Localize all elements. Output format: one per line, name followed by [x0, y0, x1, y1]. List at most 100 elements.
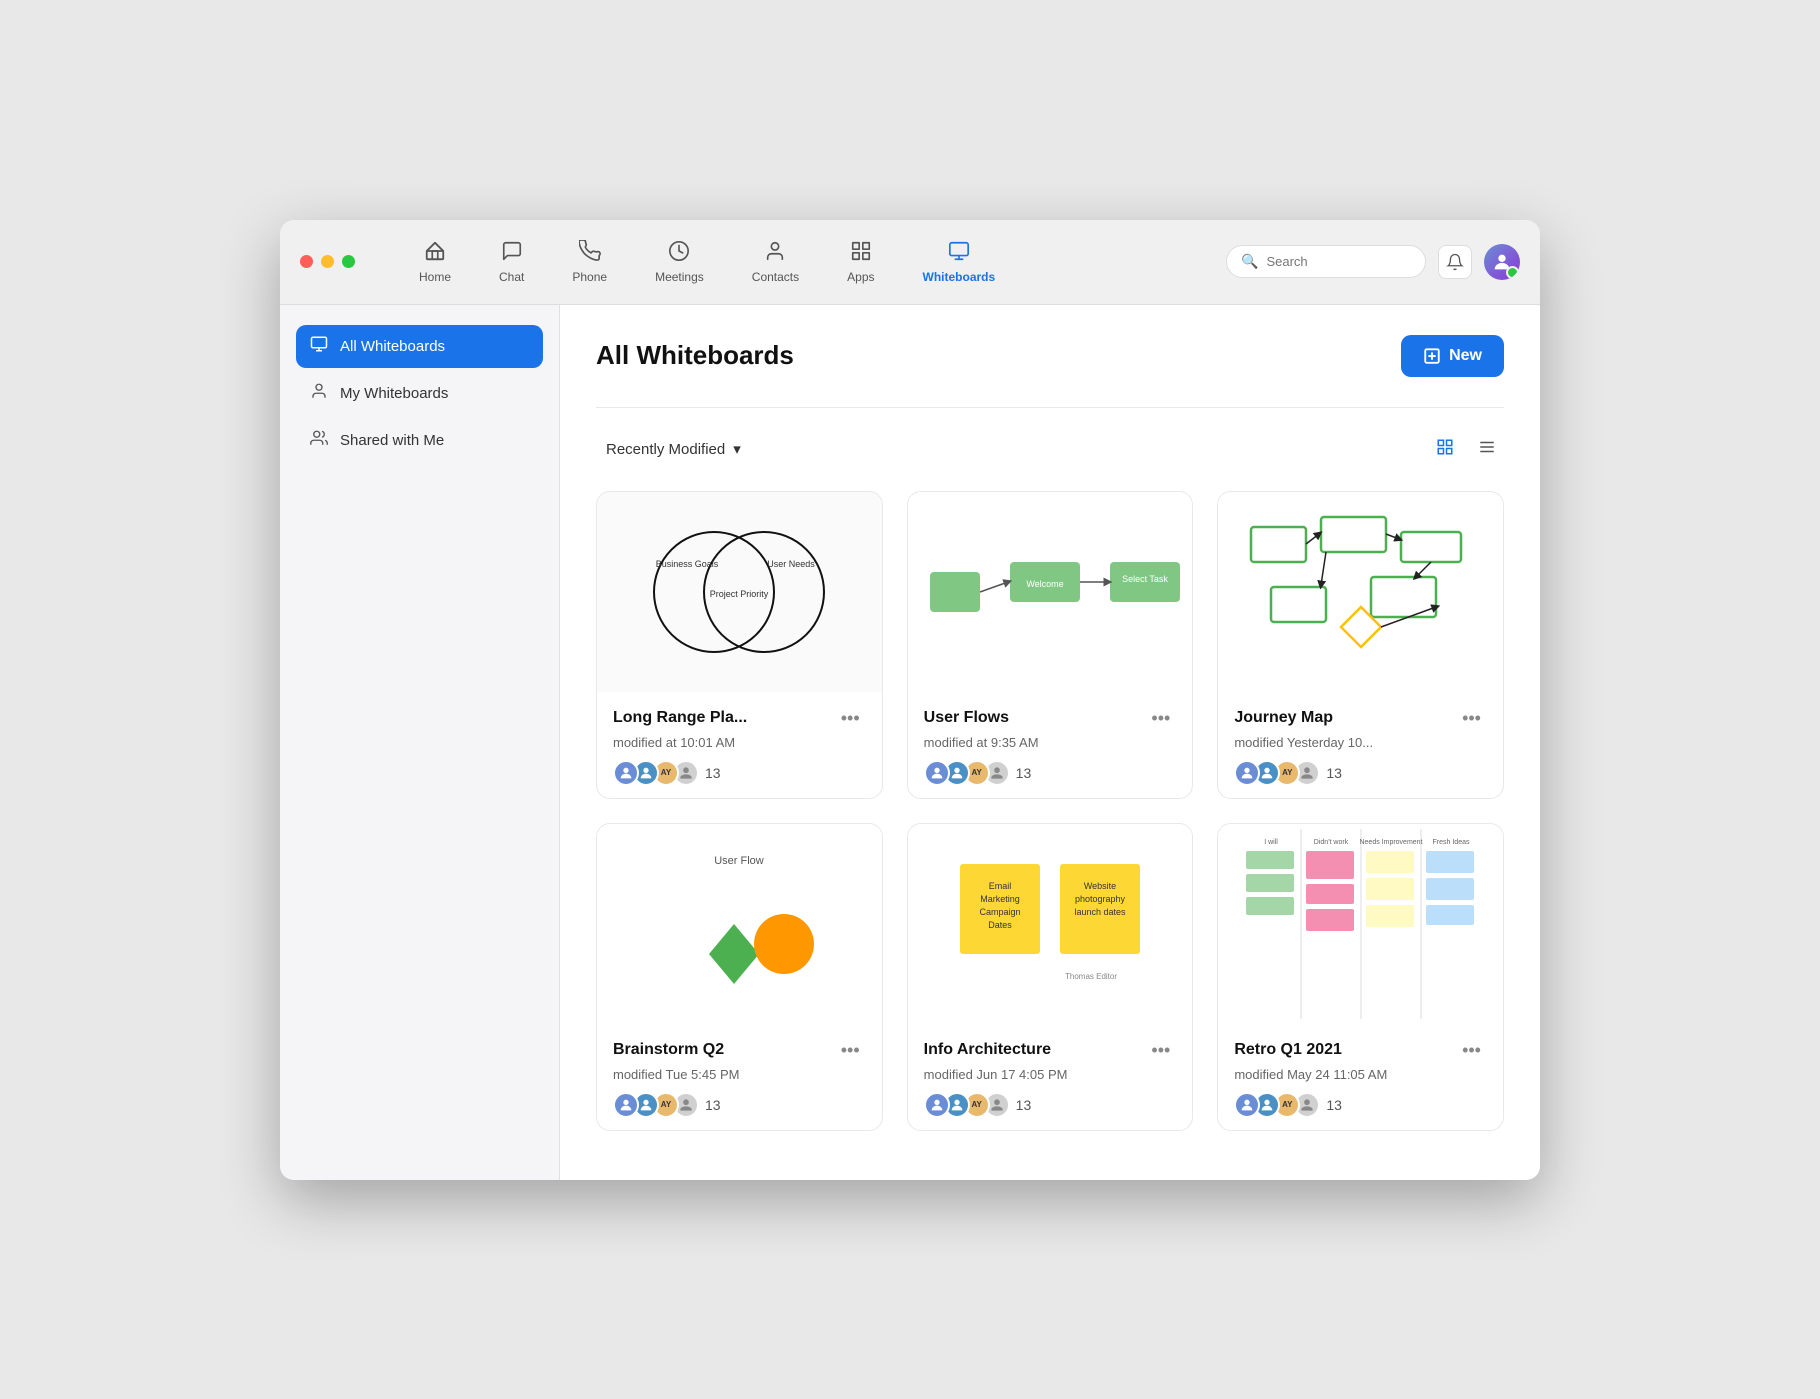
- card-info-arch[interactable]: Email Marketing Campaign Dates Website p…: [907, 823, 1194, 1131]
- card-long-range[interactable]: Business Goals User Needs Project Priori…: [596, 491, 883, 799]
- maximize-button[interactable]: [342, 255, 355, 268]
- card-avatars-info-arch: AY 13: [924, 1092, 1177, 1118]
- nav-items: Home Chat Phone Meetings: [395, 234, 1226, 290]
- svg-text:User Flow: User Flow: [715, 855, 765, 867]
- card-preview-long-range: Business Goals User Needs Project Priori…: [597, 492, 882, 692]
- svg-text:Project Priority: Project Priority: [710, 589, 769, 599]
- card-menu-user-flows[interactable]: •••: [1145, 706, 1176, 731]
- avatar-1: [613, 760, 639, 786]
- nav-label-home: Home: [419, 270, 451, 284]
- card-info-user-flows: User Flows ••• modified at 9:35 AM AY: [908, 692, 1193, 798]
- info-diagram: Email Marketing Campaign Dates Website p…: [930, 834, 1170, 1014]
- view-buttons: [1428, 432, 1504, 467]
- grid-view-button[interactable]: [1428, 432, 1462, 467]
- card-preview-user-flows: Welcome Select Task: [908, 492, 1193, 692]
- card-info-long-range: Long Range Pla... ••• modified at 10:01 …: [597, 692, 882, 798]
- avatar[interactable]: [1484, 244, 1520, 280]
- card-menu-long-range[interactable]: •••: [835, 706, 866, 731]
- header-divider: [596, 407, 1504, 408]
- sidebar: All Whiteboards My Whiteboards Shared wi…: [280, 305, 560, 1180]
- list-view-button[interactable]: [1470, 432, 1504, 467]
- notification-button[interactable]: [1438, 245, 1472, 279]
- card-name-brainstorm: Brainstorm Q2: [613, 1041, 724, 1059]
- sidebar-item-shared-with-me[interactable]: Shared with Me: [296, 419, 543, 462]
- app-window: Home Chat Phone Meetings: [280, 220, 1540, 1180]
- svg-text:Business Goals: Business Goals: [656, 559, 719, 569]
- card-modified-brainstorm: modified Tue 5:45 PM: [613, 1067, 866, 1082]
- nav-item-phone[interactable]: Phone: [548, 234, 631, 290]
- avatar-count-brainstorm: 13: [705, 1097, 721, 1113]
- whiteboards-icon: [948, 240, 970, 266]
- card-brainstorm[interactable]: User Flow Brainstorm Q2 ••• modified Tu: [596, 823, 883, 1131]
- nav-label-whiteboards: Whiteboards: [923, 270, 996, 284]
- journey-diagram: [1241, 507, 1481, 677]
- nav-item-chat[interactable]: Chat: [475, 234, 548, 290]
- svg-text:Thomas Editor: Thomas Editor: [1065, 972, 1117, 981]
- card-name-long-range: Long Range Pla...: [613, 709, 747, 727]
- svg-text:Email: Email: [989, 881, 1012, 891]
- page-title: All Whiteboards: [596, 340, 794, 371]
- search-input[interactable]: [1266, 254, 1411, 269]
- phone-icon: [579, 240, 601, 266]
- avatar-1: [924, 760, 950, 786]
- venn-diagram: Business Goals User Needs Project Priori…: [629, 512, 849, 672]
- nav-item-meetings[interactable]: Meetings: [631, 234, 728, 290]
- close-button[interactable]: [300, 255, 313, 268]
- contacts-icon: [764, 240, 786, 266]
- card-avatars-brainstorm: AY 13: [613, 1092, 866, 1118]
- svg-text:Campaign: Campaign: [979, 907, 1020, 917]
- meetings-icon: [668, 240, 690, 266]
- card-journey-map[interactable]: Journey Map ••• modified Yesterday 10...: [1217, 491, 1504, 799]
- svg-text:photography: photography: [1075, 894, 1126, 904]
- card-avatars-retro: AY 13: [1234, 1092, 1487, 1118]
- nav-label-contacts: Contacts: [752, 270, 799, 284]
- home-icon: [424, 240, 446, 266]
- nav-item-apps[interactable]: Apps: [823, 234, 898, 290]
- avatar-count-journey-map: 13: [1326, 765, 1342, 781]
- nav-item-home[interactable]: Home: [395, 234, 475, 290]
- card-modified-info-arch: modified Jun 17 4:05 PM: [924, 1067, 1177, 1082]
- chat-icon: [501, 240, 523, 266]
- card-menu-brainstorm[interactable]: •••: [835, 1038, 866, 1063]
- search-bar[interactable]: 🔍: [1226, 245, 1426, 278]
- card-menu-retro[interactable]: •••: [1456, 1038, 1487, 1063]
- card-modified-retro: modified May 24 11:05 AM: [1234, 1067, 1487, 1082]
- card-info-retro: Retro Q1 2021 ••• modified May 24 11:05 …: [1218, 1024, 1503, 1130]
- card-name-info-arch: Info Architecture: [924, 1041, 1051, 1059]
- new-button[interactable]: New: [1401, 335, 1504, 377]
- flow-diagram: Welcome Select Task: [920, 507, 1180, 677]
- new-button-label: New: [1449, 347, 1482, 365]
- card-user-flows[interactable]: Welcome Select Task: [907, 491, 1194, 799]
- card-menu-journey-map[interactable]: •••: [1456, 706, 1487, 731]
- card-avatars-journey-map: AY 13: [1234, 760, 1487, 786]
- minimize-button[interactable]: [321, 255, 334, 268]
- nav-item-whiteboards[interactable]: Whiteboards: [899, 234, 1020, 290]
- nav-label-chat: Chat: [499, 270, 524, 284]
- svg-text:Website: Website: [1084, 881, 1116, 891]
- avatar-count-info-arch: 13: [1016, 1097, 1032, 1113]
- filter-button[interactable]: Recently Modified ▾: [596, 434, 751, 464]
- card-modified-journey-map: modified Yesterday 10...: [1234, 735, 1487, 750]
- svg-text:launch dates: launch dates: [1074, 907, 1126, 917]
- sidebar-item-all-whiteboards[interactable]: All Whiteboards: [296, 325, 543, 368]
- card-menu-info-arch[interactable]: •••: [1145, 1038, 1176, 1063]
- apps-icon: [850, 240, 872, 266]
- card-name-journey-map: Journey Map: [1234, 709, 1333, 727]
- sidebar-item-my-whiteboards[interactable]: My Whiteboards: [296, 372, 543, 415]
- nav-item-contacts[interactable]: Contacts: [728, 234, 823, 290]
- card-info-journey-map: Journey Map ••• modified Yesterday 10...: [1218, 692, 1503, 798]
- svg-text:Didn't work: Didn't work: [1313, 839, 1348, 846]
- my-whiteboards-icon: [310, 382, 328, 405]
- nav-label-apps: Apps: [847, 270, 874, 284]
- card-preview-journey-map: [1218, 492, 1503, 692]
- card-info-brainstorm: Brainstorm Q2 ••• modified Tue 5:45 PM A: [597, 1024, 882, 1130]
- retro-diagram: I will Didn't work Needs Improvement Fre…: [1241, 829, 1481, 1019]
- nav-label-meetings: Meetings: [655, 270, 704, 284]
- toolbar: Recently Modified ▾: [596, 432, 1504, 467]
- card-retro[interactable]: I will Didn't work Needs Improvement Fre…: [1217, 823, 1504, 1131]
- svg-text:Select Task: Select Task: [1122, 574, 1168, 584]
- svg-text:Welcome: Welcome: [1026, 579, 1063, 589]
- avatar-1: [924, 1092, 950, 1118]
- svg-text:Needs Improvement: Needs Improvement: [1359, 839, 1422, 846]
- brainstorm-diagram: User Flow: [629, 834, 849, 1014]
